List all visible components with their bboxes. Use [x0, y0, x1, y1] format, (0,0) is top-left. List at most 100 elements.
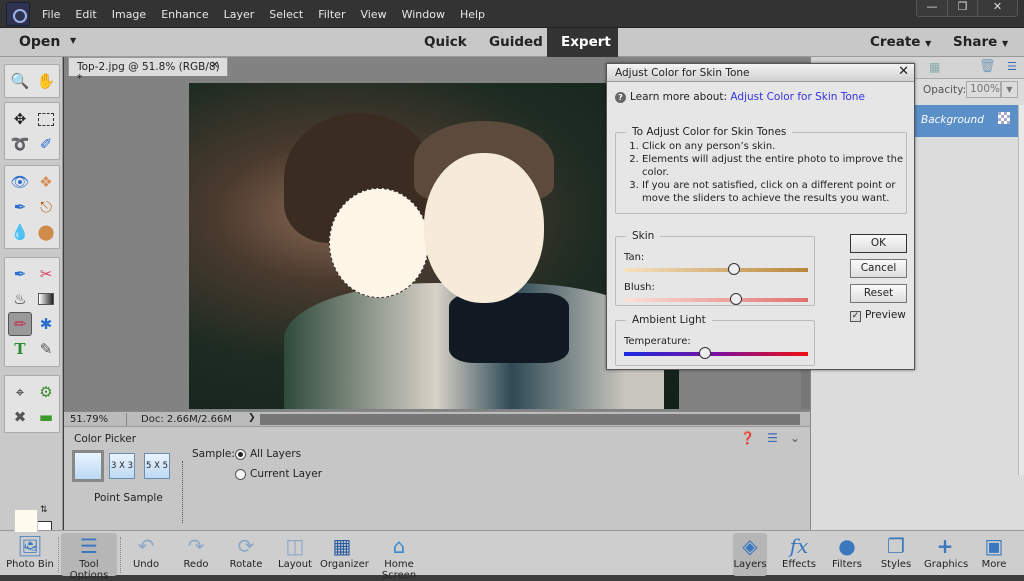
eraser-icon[interactable]: ✂	[34, 262, 58, 286]
reset-button[interactable]: Reset	[850, 284, 907, 303]
graphics-button[interactable]: + Graphics	[924, 533, 968, 576]
quick-selection-icon[interactable]: ✐	[34, 132, 58, 156]
tan-slider[interactable]	[624, 263, 808, 275]
crop-icon[interactable]: ⌖	[8, 380, 32, 404]
layer-row[interactable]: Background	[911, 105, 1018, 137]
open-dropdown-icon[interactable]: ▼	[70, 36, 76, 45]
menu-view[interactable]: View	[360, 8, 386, 21]
straighten-icon[interactable]: ▬	[34, 405, 58, 429]
tan-slider-thumb[interactable]	[728, 263, 741, 275]
redo-button[interactable]: ↷ Redo	[178, 533, 214, 576]
more-button[interactable]: ▣ More	[978, 533, 1010, 576]
red-eye-icon[interactable]: 👁	[8, 170, 32, 194]
organizer-button[interactable]: ▦ Organizer	[320, 533, 369, 576]
recompose-icon[interactable]: ⚙	[34, 380, 58, 404]
zoom-tool-icon[interactable]: 🔍	[8, 69, 32, 93]
menu-layer[interactable]: Layer	[224, 8, 255, 21]
menu-select[interactable]: Select	[269, 8, 303, 21]
foreground-color[interactable]	[14, 509, 38, 533]
open-button[interactable]: Open	[19, 34, 60, 50]
menu-help[interactable]: Help	[460, 8, 485, 21]
blush-slider[interactable]	[624, 293, 808, 305]
paint-bucket-icon[interactable]: ♨	[8, 287, 32, 311]
brush-icon[interactable]: ✒	[8, 262, 32, 286]
tool-options-button[interactable]: ☰ Tool Options	[61, 533, 117, 581]
layout-button[interactable]: ◫ Layout	[275, 533, 315, 576]
move-tool-icon[interactable]: ✥	[8, 107, 32, 131]
filters-button[interactable]: ● Filters	[830, 533, 864, 576]
lock-transparent-icon[interactable]: ▦	[929, 60, 940, 74]
menu-enhance[interactable]: Enhance	[161, 8, 208, 21]
marquee-tool-icon[interactable]	[34, 107, 58, 131]
layers-button[interactable]: ◈ Layers	[733, 533, 767, 576]
all-layers-label[interactable]: All Layers	[250, 448, 301, 460]
gradient-icon[interactable]	[34, 287, 58, 311]
point-sample-button[interactable]	[72, 450, 104, 482]
pencil-icon[interactable]: ✎	[34, 337, 58, 361]
temperature-slider-thumb[interactable]	[698, 347, 711, 359]
custom-shape-icon[interactable]: ✱	[34, 312, 58, 336]
menu-edit[interactable]: Edit	[75, 8, 96, 21]
help-icon[interactable]: ❓	[740, 431, 755, 445]
zoom-level[interactable]: 51.79%	[70, 414, 108, 425]
dialog-title-bar[interactable]: Adjust Color for Skin Tone ✕	[607, 64, 914, 82]
panel-menu-icon[interactable]: ☰	[767, 431, 778, 445]
sample-3x3-button[interactable]: 3 X 3	[109, 453, 135, 479]
create-menu[interactable]: Create ▼	[870, 34, 931, 50]
photo-bin-button[interactable]: 🖼 Photo Bin	[5, 533, 55, 576]
preview-label[interactable]: Preview	[865, 309, 906, 321]
effects-button[interactable]: fx Effects	[780, 533, 818, 576]
collapse-icon[interactable]: ⌄	[790, 431, 800, 445]
menu-image[interactable]: Image	[112, 8, 146, 21]
filters-icon: ●	[838, 534, 856, 558]
rotate-button[interactable]: ⟳ Rotate	[226, 533, 266, 576]
content-aware-move-icon[interactable]: ✖	[8, 405, 32, 429]
preview-checkbox[interactable]: ✓	[850, 311, 861, 322]
close-icon[interactable]: ✕	[898, 64, 909, 79]
menu-file[interactable]: File	[42, 8, 60, 21]
tab-guided[interactable]: Guided	[475, 28, 557, 57]
document-tab[interactable]: Top-2.jpg @ 51.8% (RGB/8) * ✕	[68, 57, 228, 85]
clone-stamp-icon[interactable]: ⎋	[34, 195, 58, 219]
styles-button[interactable]: ❐ Styles	[879, 533, 913, 576]
close-tab-icon[interactable]: ✕	[211, 60, 219, 71]
home-screen-button[interactable]: ⌂ Home Screen	[368, 533, 430, 581]
type-tool-icon[interactable]: T	[8, 337, 32, 361]
current-layer-radio[interactable]	[235, 469, 246, 480]
swap-colors-icon[interactable]: ⇅	[40, 505, 48, 515]
temperature-slider[interactable]	[624, 347, 808, 359]
current-layer-label[interactable]: Current Layer	[250, 468, 322, 480]
layout-label: Layout	[278, 559, 312, 570]
instructions-title: To Adjust Color for Skin Tones	[632, 126, 787, 138]
sponge-icon[interactable]: ⬤	[34, 220, 58, 244]
tab-expert[interactable]: Expert	[547, 28, 618, 57]
panel-menu-icon[interactable]: ☰	[1007, 60, 1017, 73]
delete-layer-icon[interactable]: 🗑	[979, 59, 996, 74]
tab-quick[interactable]: Quick	[410, 28, 481, 57]
cancel-button[interactable]: Cancel	[850, 259, 907, 278]
menu-filter[interactable]: Filter	[318, 8, 345, 21]
close-window-button[interactable]: ✕	[977, 0, 1017, 16]
separator	[120, 537, 121, 573]
layers-scrollbar[interactable]	[1018, 105, 1024, 475]
learn-more-link[interactable]: Adjust Color for Skin Tone	[730, 91, 865, 103]
smart-brush-icon[interactable]: ✒	[8, 195, 32, 219]
opacity-dropdown[interactable]: ▼	[1001, 81, 1018, 98]
horizontal-scrollbar[interactable]	[260, 414, 800, 425]
restore-button[interactable]: ❐	[947, 0, 977, 16]
magnetic-lasso-icon[interactable]: ➰	[8, 132, 32, 156]
spot-healing-icon[interactable]: ❖	[34, 170, 58, 194]
status-menu-arrow-icon[interactable]: ❯	[248, 413, 256, 423]
undo-button[interactable]: ↶ Undo	[128, 533, 164, 576]
sample-5x5-button[interactable]: 5 X 5	[144, 453, 170, 479]
ok-button[interactable]: OK	[850, 234, 907, 253]
blush-slider-thumb[interactable]	[730, 293, 743, 305]
all-layers-radio[interactable]	[235, 449, 246, 460]
opacity-field[interactable]: 100%	[966, 81, 1001, 98]
blur-icon[interactable]: 💧	[8, 220, 32, 244]
minimize-button[interactable]: —	[917, 0, 947, 16]
share-menu[interactable]: Share ▼	[953, 34, 1008, 50]
menu-window[interactable]: Window	[402, 8, 445, 21]
eyedropper-icon[interactable]: ✏	[8, 312, 32, 336]
hand-tool-icon[interactable]: ✋	[34, 69, 58, 93]
